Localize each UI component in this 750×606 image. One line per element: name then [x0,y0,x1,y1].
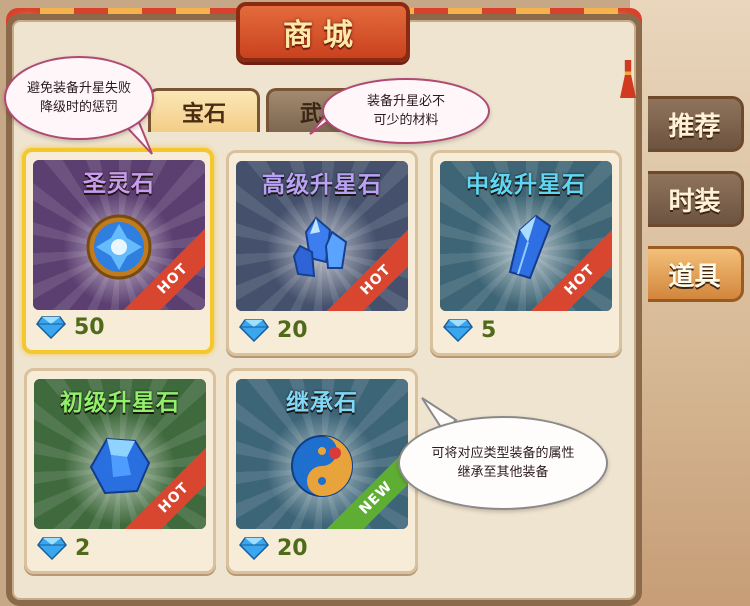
blue-crystal-cluster-icon [292,216,348,278]
price-value: 50 [74,314,105,340]
item-card-art: 中级升星石 HOT [440,161,612,311]
side-tab-recommended[interactable]: 推荐 [648,96,744,152]
item-card-intermediate-star-stone[interactable]: 中级升星石 HOT 5 [430,150,622,356]
item-name: 继承石 [286,390,358,416]
item-name: 初级升星石 [60,390,180,416]
price-value: 20 [277,535,308,561]
tab-label: 宝石 [181,101,226,127]
price-row: 20 [239,533,308,563]
side-tab-label: 推荐 [668,111,721,142]
callout-text: 可将对应类型装备的属性继承至其他装备 [431,446,575,480]
diamond-icon [443,319,473,342]
callout-holy-stone: 避免装备升星失败降级时的惩罚 [4,56,154,140]
side-tab-label: 道具 [668,261,721,292]
callout-inheritance-stone: 可将对应类型装备的属性继承至其他装备 [398,416,608,510]
background-scenery [630,0,750,606]
item-card-basic-star-stone[interactable]: 初级升星石 HOT 2 [24,368,216,574]
blue-ore-icon [89,437,151,495]
price-row: 5 [443,315,496,345]
tab-gems[interactable]: 宝石 [148,88,260,132]
callout-advanced-stone: 装备升星必不可少的材料 [322,78,490,144]
holy-spirit-stone-icon [86,214,152,280]
shop-title: 商城 [283,18,363,53]
item-card-art: 继承石 NEW [236,379,408,529]
price-value: 2 [75,535,91,561]
item-card-art: 高级升星石 HOT [236,161,408,311]
price-row: 50 [36,312,105,342]
side-tab-label: 时装 [668,186,721,217]
item-name: 高级升星石 [262,172,382,198]
item-card-art: 初级升星石 HOT [34,379,206,529]
item-card-holy-spirit-stone[interactable]: 圣灵石 HOT 50 [22,148,214,354]
item-name: 中级升星石 [466,172,586,198]
diamond-icon [239,319,269,342]
item-card-advanced-star-stone[interactable]: 高级升星石 HOT 20 [226,150,418,356]
diamond-icon [36,316,66,339]
diamond-icon [37,537,67,560]
price-value: 5 [481,317,497,343]
taiji-orb-icon [291,435,353,497]
item-card-art: 圣灵石 HOT [33,160,205,310]
diamond-icon [239,537,269,560]
price-row: 20 [239,315,308,345]
callout-text: 装备升星必不可少的材料 [366,94,445,128]
side-tab-items[interactable]: 道具 [648,246,744,302]
callout-text: 避免装备升星失败降级时的惩罚 [26,81,131,115]
item-card-inheritance-stone[interactable]: 继承石 NEW 20 [226,368,418,574]
side-tab-fashion[interactable]: 时装 [648,171,744,227]
price-value: 20 [277,317,308,343]
shop-title-banner: 商城 [236,2,410,62]
item-name: 圣灵石 [83,171,155,197]
price-row: 2 [37,533,90,563]
blue-crystal-icon [508,214,552,280]
